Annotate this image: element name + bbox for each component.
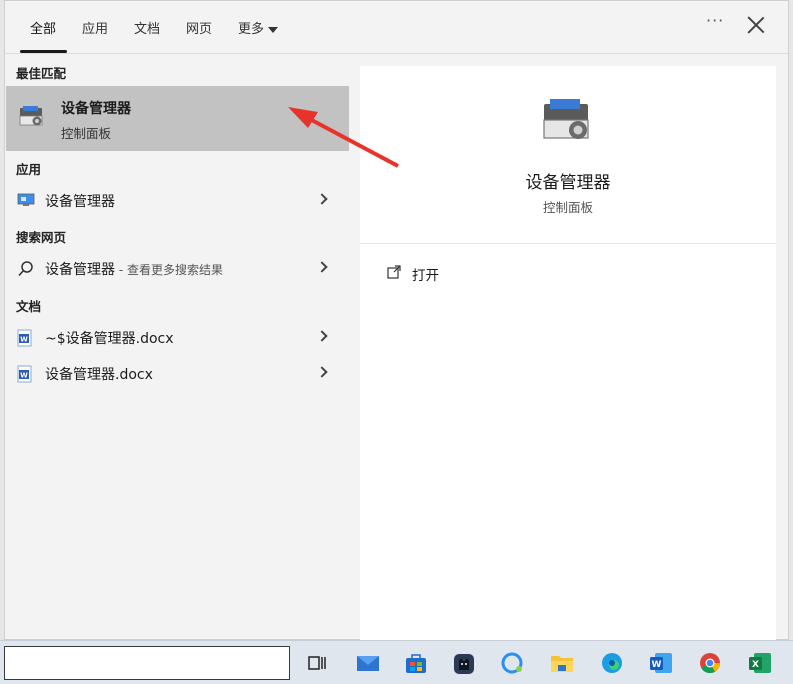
close-icon[interactable]	[745, 14, 767, 36]
open-action[interactable]: 打开	[412, 264, 439, 284]
taskbar: W X	[0, 640, 793, 684]
divider	[360, 243, 776, 244]
tab-documents[interactable]: 文档	[134, 18, 160, 37]
open-external-icon	[386, 264, 402, 284]
tab-bar: 全部 应用 文档 网页 更多 ···	[5, 1, 788, 54]
chrome-icon[interactable]	[698, 651, 722, 675]
task-view-icon[interactable]	[306, 651, 330, 675]
svg-text:W: W	[652, 660, 662, 670]
device-manager-icon	[540, 96, 596, 152]
mail-icon[interactable]	[356, 651, 380, 675]
word-icon[interactable]: W	[649, 651, 673, 675]
svg-text:X: X	[752, 660, 759, 670]
taskbar-search-input[interactable]	[4, 646, 290, 680]
best-match-title: 设备管理器	[61, 101, 131, 117]
section-web: 搜索网页	[16, 230, 67, 245]
section-best-match: 最佳匹配	[16, 66, 67, 81]
cat-app-icon[interactable]	[452, 651, 476, 675]
detail-pane: 设备管理器 控制面板 打开	[360, 66, 776, 641]
chevron-right-icon[interactable]	[316, 193, 328, 205]
chevron-down-icon	[268, 26, 279, 33]
tab-more[interactable]: 更多	[238, 18, 279, 37]
search-panel: 全部 应用 文档 网页 更多 ··· 最佳匹配 设备管理器 控制面板 应用 设备…	[4, 0, 789, 641]
svg-text:W: W	[20, 336, 28, 344]
chevron-right-icon[interactable]	[316, 261, 328, 273]
chevron-right-icon[interactable]	[316, 330, 328, 342]
detail-title: 设备管理器	[525, 173, 611, 193]
list-item[interactable]: W 设备管理器.docx	[6, 357, 349, 389]
best-match-subtitle: 控制面板	[61, 126, 112, 141]
doc-result-label: 设备管理器.docx	[45, 367, 153, 383]
app-result-label: 设备管理器	[45, 194, 115, 210]
list-item[interactable]: 设备管理器 - 查看更多搜索结果	[6, 252, 349, 284]
web-result-label: 设备管理器	[45, 262, 115, 278]
excel-icon[interactable]: X	[748, 651, 772, 675]
search-icon	[17, 260, 35, 282]
control-panel-icon	[17, 192, 35, 212]
detail-subtitle: 控制面板	[542, 200, 593, 215]
word-doc-icon: W	[17, 329, 33, 351]
best-match-item[interactable]: 设备管理器 控制面板	[6, 86, 349, 151]
list-item[interactable]: W ~$设备管理器.docx	[6, 321, 349, 353]
web-result-suffix: - 查看更多搜索结果	[115, 263, 223, 277]
list-item[interactable]: 设备管理器	[6, 184, 349, 216]
chat-app-icon[interactable]	[500, 651, 524, 675]
tab-apps[interactable]: 应用	[82, 18, 108, 37]
device-manager-icon	[18, 104, 46, 134]
more-options-icon[interactable]: ···	[706, 11, 724, 30]
chevron-right-icon[interactable]	[316, 366, 328, 378]
svg-text:W: W	[20, 372, 28, 380]
doc-result-label: ~$设备管理器.docx	[45, 331, 174, 347]
tab-web[interactable]: 网页	[186, 18, 212, 37]
web-result-text: 设备管理器 - 查看更多搜索结果	[45, 259, 223, 279]
section-apps: 应用	[16, 162, 42, 177]
tab-more-label: 更多	[238, 22, 265, 37]
section-documents: 文档	[16, 299, 42, 314]
store-icon[interactable]	[404, 651, 428, 675]
file-explorer-icon[interactable]	[550, 651, 574, 675]
word-doc-icon: W	[17, 365, 33, 387]
tab-all[interactable]: 全部	[30, 18, 56, 37]
edge-icon[interactable]	[600, 651, 624, 675]
active-tab-indicator	[20, 50, 67, 53]
